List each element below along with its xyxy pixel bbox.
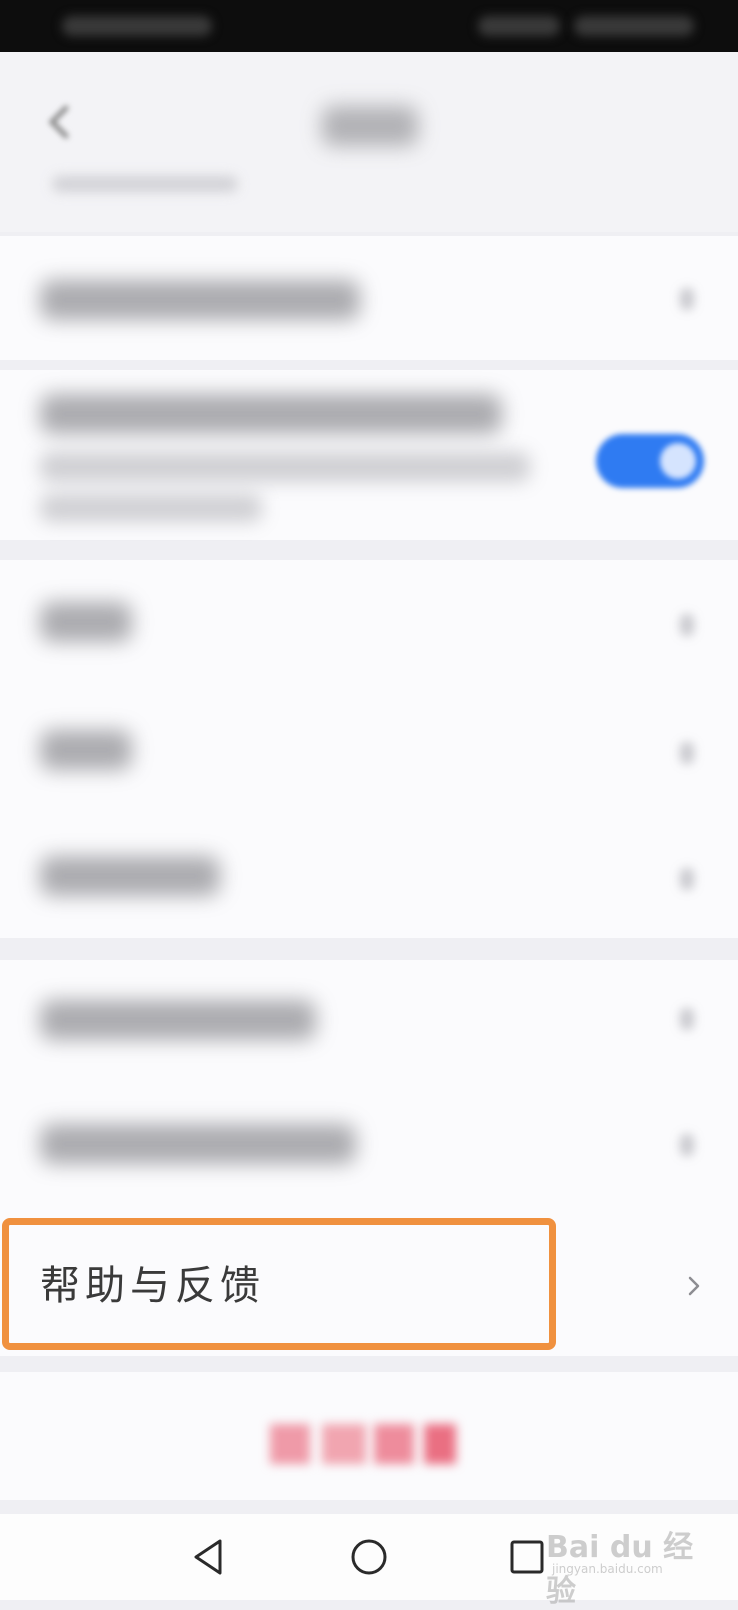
back-icon[interactable] (40, 102, 80, 142)
row-label-blurred (40, 1000, 316, 1040)
status-bar (0, 0, 738, 52)
settings-row-blurred-4[interactable] (0, 812, 738, 938)
bottom-action-text-blurred (270, 1424, 310, 1464)
toggle-knob (660, 443, 696, 479)
baidu-jingyan-watermark: Bai du 经验 jingyan.baidu.com (546, 1518, 716, 1609)
status-bar-left-blurred (62, 16, 212, 36)
status-bar-time-blurred (574, 16, 694, 36)
setting-toggle-switch[interactable] (596, 434, 704, 488)
square-recent-icon[interactable] (504, 1534, 550, 1580)
page-subtitle-blurred (52, 176, 238, 192)
toggle-row-desc-line1-blurred (40, 452, 530, 482)
circle-home-icon[interactable] (346, 1534, 392, 1580)
row-label-blurred (40, 1124, 356, 1164)
bottom-action-text-blurred (322, 1424, 366, 1464)
settings-row-blurred-1[interactable] (0, 236, 738, 360)
row-label-blurred (40, 602, 132, 642)
bottom-action-row[interactable] (0, 1372, 738, 1500)
status-bar-icons-blurred (478, 16, 560, 36)
chevron-right-icon (680, 1134, 694, 1156)
settings-group-1 (0, 236, 738, 360)
settings-row-blurred-2[interactable] (0, 560, 738, 686)
toggle-row-desc-line2-blurred (40, 494, 262, 522)
triangle-back-icon[interactable] (186, 1534, 232, 1580)
chevron-right-icon (680, 614, 694, 636)
watermark-url: jingyan.baidu.com (552, 1562, 663, 1576)
chevron-right-icon (680, 742, 694, 764)
row-label-blurred (40, 280, 360, 320)
settings-row-blurred-3[interactable] (0, 686, 738, 812)
settings-group-bottom (0, 1372, 738, 1500)
chevron-right-icon (680, 288, 694, 310)
toggle-row-label-blurred (40, 394, 502, 434)
settings-row-blurred-6[interactable] (0, 1084, 738, 1218)
row-label-blurred (40, 856, 220, 896)
settings-group-3 (0, 560, 738, 938)
highlight-annotation-box (2, 1218, 556, 1350)
settings-row-blurred-5[interactable] (0, 960, 738, 1084)
chevron-right-icon (680, 868, 694, 890)
bottom-action-text-blurred (424, 1424, 456, 1464)
chevron-right-icon (688, 1276, 700, 1296)
page-title-blurred (322, 106, 418, 146)
bottom-action-text-blurred (374, 1424, 414, 1464)
settings-group-4 (0, 960, 738, 1218)
row-label-blurred (40, 730, 132, 770)
chevron-right-icon (680, 1008, 694, 1030)
